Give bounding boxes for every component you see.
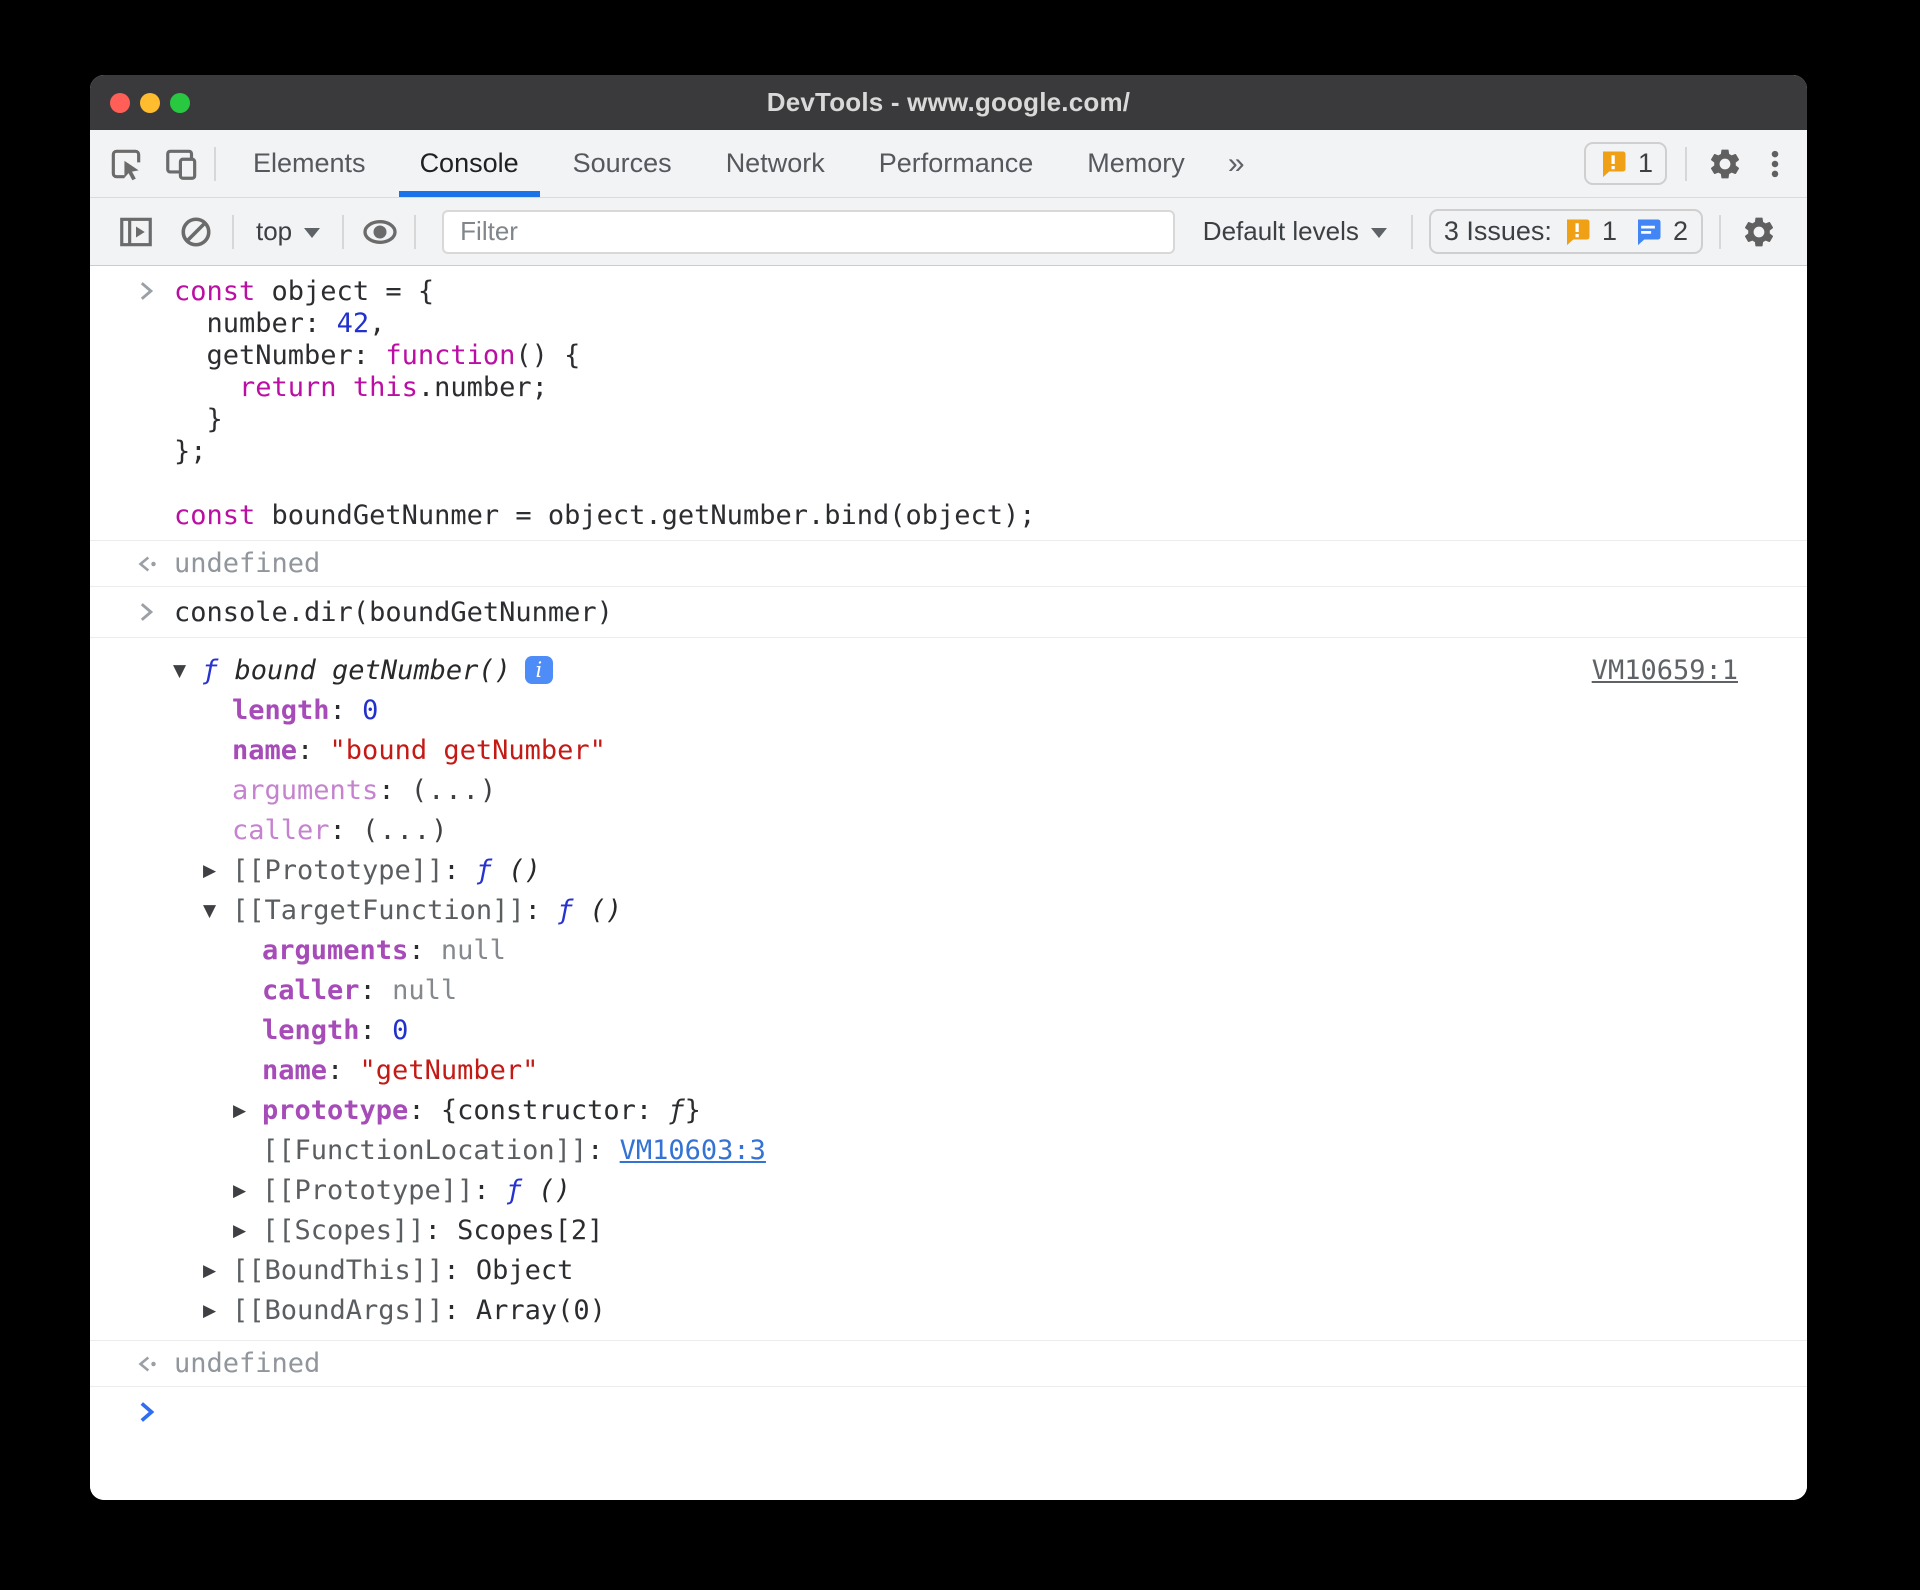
tree-row: arguments: (...) — [232, 775, 498, 806]
code-line: console.dir(boundGetNunmer) — [174, 597, 613, 628]
clear-console-icon[interactable] — [174, 208, 218, 256]
close-window-button[interactable] — [110, 92, 130, 113]
tab-console[interactable]: Console — [393, 130, 546, 197]
tab-sources[interactable]: Sources — [546, 130, 699, 197]
invoke-getter-button[interactable]: (...) — [411, 775, 497, 806]
tree-row: ▶ [[Prototype]]: ƒ () — [90, 851, 1737, 891]
tab-memory[interactable]: Memory — [1060, 130, 1212, 197]
settings-gear-icon[interactable] — [1703, 140, 1747, 188]
divider — [1685, 146, 1687, 181]
divider — [342, 214, 345, 249]
tab-network[interactable]: Network — [699, 130, 852, 197]
issues-warning-icon — [1566, 219, 1590, 245]
expand-arrow-icon[interactable]: ▶ — [233, 1091, 246, 1131]
chevron-down-icon — [1370, 228, 1387, 238]
invoke-getter-button[interactable]: (...) — [362, 815, 448, 846]
console-entry-result: undefined — [90, 540, 1807, 586]
collapse-arrow-icon[interactable]: ▼ — [203, 891, 216, 931]
divider — [414, 214, 417, 249]
filter-input[interactable] — [442, 209, 1175, 254]
console-settings-gear-icon[interactable] — [1737, 208, 1781, 256]
divider — [232, 214, 234, 249]
tree-row: name: "bound getNumber" — [232, 735, 606, 766]
result-arrow-icon — [134, 551, 160, 577]
issues-warning-count: 1 — [1601, 216, 1617, 246]
tree-row: ▶ [[BoundThis]]: Object — [90, 1251, 1737, 1291]
tree-row: name: "getNumber" — [262, 1055, 539, 1086]
log-levels-dropdown[interactable]: Default levels — [1195, 216, 1395, 247]
result-arrow-icon — [134, 1351, 160, 1377]
console-entry-input: const object = { number: 42, getNumber: … — [90, 266, 1807, 540]
window-title: DevTools - www.google.com/ — [766, 87, 1131, 117]
tree-row: caller: null — [262, 975, 458, 1006]
chevron-down-icon — [304, 228, 321, 238]
kebab-menu-icon[interactable] — [1753, 140, 1797, 188]
issues-message-icon — [1637, 219, 1661, 245]
tree-row: caller: (...) — [232, 815, 449, 846]
console-log: const object = { number: 42, getNumber: … — [90, 266, 1807, 1500]
traffic-lights — [110, 75, 190, 130]
tree-row: ▶ [[BoundArgs]]: Array(0) — [90, 1291, 1737, 1331]
inspect-element-icon[interactable] — [104, 140, 148, 188]
context-label: top — [256, 216, 293, 246]
zoom-window-button[interactable] — [170, 92, 190, 113]
tree-row: ▼ ƒ bound getNumber() i — [90, 651, 1737, 691]
live-expression-eye-icon[interactable] — [358, 208, 402, 256]
console-sidebar-toggle-icon[interactable] — [114, 208, 158, 256]
tree-row: length: 0 — [232, 695, 379, 726]
console-entry-prompt[interactable] — [90, 1386, 1807, 1500]
console-entry-result: undefined — [90, 1340, 1807, 1386]
devtools-window: DevTools - www.google.com/ Elements Conso… — [90, 75, 1807, 1500]
issues-label: 3 Issues: — [1443, 216, 1552, 246]
expand-arrow-icon[interactable]: ▶ — [233, 1211, 246, 1251]
input-chevron-icon — [134, 278, 160, 304]
info-badge[interactable]: i — [524, 656, 553, 684]
toggle-device-toolbar-icon[interactable] — [160, 140, 204, 188]
title-bar: DevTools - www.google.com/ — [90, 75, 1807, 130]
divider — [1719, 214, 1721, 249]
code-line: number: 42, — [174, 308, 386, 339]
tab-performance[interactable]: Performance — [852, 130, 1061, 197]
code-line: return this.number; — [239, 372, 548, 403]
console-toolbar: top Default levels 3 Issues: 1 — [90, 198, 1807, 266]
more-tabs-button[interactable]: » — [1212, 147, 1261, 181]
function-location-link[interactable]: VM10603:3 — [620, 1135, 766, 1166]
expand-arrow-icon[interactable]: ▶ — [203, 851, 216, 891]
issues-chip[interactable]: 3 Issues: 1 2 — [1428, 209, 1703, 254]
tree-row: ▶ [[Scopes]]: Scopes[2] — [90, 1211, 1737, 1251]
console-errors-chip[interactable]: 1 — [1583, 142, 1667, 185]
code-line: }; — [174, 436, 207, 467]
input-chevron-icon — [134, 599, 160, 625]
levels-label: Default levels — [1202, 216, 1359, 246]
issues-message-count: 2 — [1672, 216, 1688, 246]
tree-row: ▶ [[Prototype]]: ƒ () — [90, 1171, 1737, 1211]
code-line: const boundGetNunmer = object.getNumber.… — [174, 500, 1036, 531]
tree-row: ▶ prototype: {constructor: ƒ} — [90, 1091, 1737, 1131]
collapse-arrow-icon[interactable]: ▼ — [173, 651, 186, 691]
divider — [214, 146, 216, 181]
console-error-count: 1 — [1637, 148, 1653, 178]
expand-arrow-icon[interactable]: ▶ — [203, 1291, 216, 1331]
code-line: getNumber: function() { — [174, 340, 581, 371]
error-bubble-icon — [1602, 151, 1626, 177]
panel-tab-bar: Elements Console Sources Network Performance… — [90, 130, 1807, 198]
tab-strip: Elements Console Sources Network Performance… — [226, 130, 1212, 197]
javascript-context-dropdown[interactable]: top — [248, 216, 328, 247]
tab-elements[interactable]: Elements — [226, 130, 393, 197]
tree-row: [[FunctionLocation]]: VM10603:3 — [262, 1135, 766, 1166]
minimize-window-button[interactable] — [140, 92, 160, 113]
tree-row: arguments: null — [262, 935, 506, 966]
console-entry-tree: VM10659:1 ▼ ƒ bound getNumber() i length: 0n… — [90, 637, 1807, 1340]
expand-arrow-icon[interactable]: ▶ — [203, 1251, 216, 1291]
prompt-chevron-icon — [134, 1399, 160, 1425]
divider — [1410, 214, 1413, 249]
tree-row: length: 0 — [262, 1015, 409, 1046]
code-line: } — [174, 404, 223, 435]
tree-row: ▼ [[TargetFunction]]: ƒ () — [90, 891, 1737, 931]
expand-arrow-icon[interactable]: ▶ — [233, 1171, 246, 1211]
console-entry-input: console.dir(boundGetNunmer) — [90, 586, 1807, 637]
code-line: const object = { — [174, 276, 435, 307]
